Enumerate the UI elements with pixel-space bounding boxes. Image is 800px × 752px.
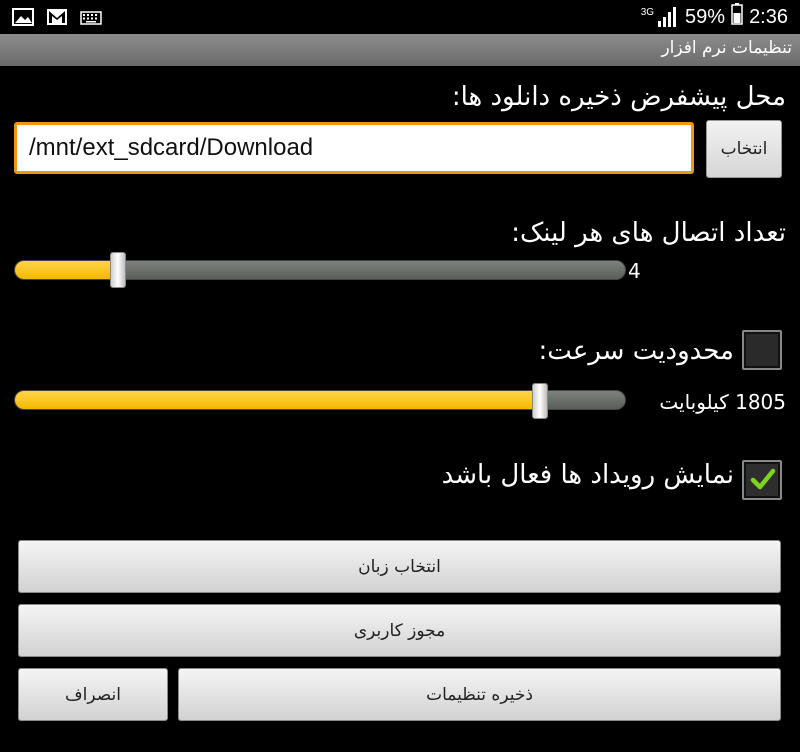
browse-folder-button[interactable]: انتخاب	[706, 120, 782, 178]
speed-limit-checkbox[interactable]	[742, 330, 782, 370]
app-title-bar: تنظیمات نرم افزار	[0, 34, 800, 66]
battery-icon	[731, 3, 743, 31]
connections-slider-fill	[15, 261, 119, 279]
network-type: 3G	[640, 7, 655, 18]
gallery-icon	[12, 8, 34, 30]
status-indicators: 3G 59% 2:36	[641, 3, 788, 31]
connections-slider-thumb[interactable]	[110, 252, 126, 288]
download-location-label: محل پیشفرض ذخیره دانلود ها:	[451, 82, 786, 112]
connections-value: 4	[628, 259, 641, 283]
gmail-icon	[46, 8, 68, 30]
clock: 2:36	[749, 5, 788, 28]
status-bar: 3G 59% 2:36	[0, 0, 800, 34]
speed-limit-slider-fill	[15, 391, 541, 409]
save-settings-button[interactable]: ذخیره تنظیمات	[178, 668, 781, 721]
show-events-label: نمایش رویداد ها فعال باشد	[441, 460, 734, 490]
show-events-checkbox[interactable]	[742, 460, 782, 500]
speed-limit-slider-thumb[interactable]	[532, 383, 548, 419]
keyboard-icon	[80, 10, 102, 29]
battery-percent: 59%	[685, 5, 726, 28]
user-license-button[interactable]: مجوز کاربری	[18, 604, 781, 657]
select-language-button[interactable]: انتخاب زبان	[18, 540, 781, 593]
speed-limit-value: 1805 کیلوبایت	[659, 390, 786, 414]
check-icon	[750, 466, 776, 496]
page-title: تنظیمات نرم افزار	[661, 38, 792, 58]
connections-slider-track[interactable]	[14, 260, 626, 280]
speed-limit-label: محدودیت سرعت:	[538, 336, 734, 366]
download-path-input[interactable]	[14, 122, 694, 174]
signal-icon: 3G	[641, 7, 679, 27]
connections-label: تعداد اتصال های هر لینک:	[511, 218, 786, 248]
cancel-button[interactable]: انصراف	[18, 668, 168, 721]
